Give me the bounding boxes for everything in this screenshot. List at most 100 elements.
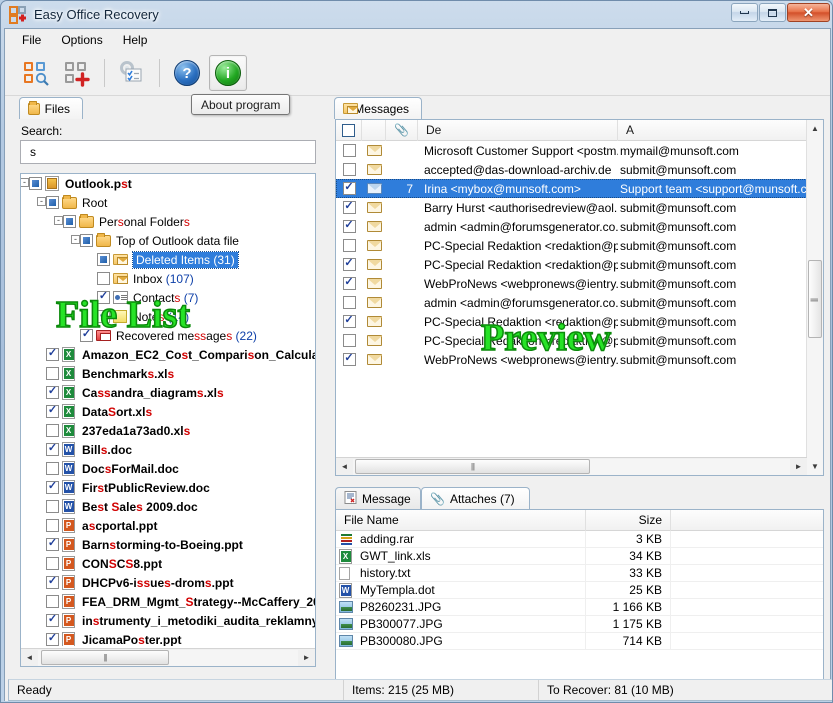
attachment-row[interactable]: WMyTempla.dot25 KB — [336, 582, 823, 599]
tree-item-checkbox[interactable] — [80, 329, 93, 342]
attachment-row[interactable]: PB300077.JPG1 175 KB — [336, 616, 823, 633]
message-row[interactable]: Barry Hurst <authorisedreview@aol...subm… — [336, 198, 823, 217]
tab-messages[interactable]: Messages — [334, 97, 422, 119]
tree-item-checkbox[interactable] — [29, 177, 42, 190]
tree-item[interactable]: -Personal Folders — [21, 212, 315, 231]
message-checkbox[interactable] — [343, 296, 356, 309]
message-hscroll-thumb[interactable]: ||| — [355, 459, 590, 474]
file-tree-panel[interactable]: -Outlook.pst-Root-Personal Folders-Top o… — [20, 173, 316, 667]
about-button[interactable]: i — [209, 55, 247, 91]
tree-item-checkbox[interactable] — [46, 386, 59, 399]
message-checkbox-cell[interactable] — [336, 258, 362, 271]
search-input[interactable] — [28, 144, 315, 160]
tree-item[interactable]: Contacts (7) — [21, 288, 315, 307]
message-checkbox-cell[interactable] — [336, 220, 362, 233]
message-checkbox-cell[interactable] — [336, 353, 362, 366]
tab-files[interactable]: Files — [19, 97, 83, 119]
tree-item-checkbox[interactable] — [63, 215, 76, 228]
tab-message[interactable]: Message — [335, 487, 421, 509]
tree-item-checkbox[interactable] — [97, 291, 110, 304]
message-checkbox[interactable] — [343, 277, 356, 290]
tree-item-checkbox[interactable] — [97, 253, 110, 266]
tree-item[interactable]: X237eda1a73ad0.xls — [21, 421, 315, 440]
message-checkbox-cell[interactable] — [336, 334, 362, 347]
tree-item[interactable]: WDocsForMail.doc — [21, 459, 315, 478]
tree-item[interactable]: Deleted Items (31) — [21, 250, 315, 269]
tree-item-checkbox[interactable] — [46, 462, 59, 475]
tree-expander-icon[interactable]: - — [71, 235, 80, 244]
message-checkbox[interactable] — [343, 353, 356, 366]
attachment-row[interactable]: P8260231.JPG1 166 KB — [336, 599, 823, 616]
tree-item[interactable]: PDHCPv6-issues-droms.ppt — [21, 573, 315, 592]
scroll-right-arrow-icon[interactable]: ► — [298, 650, 315, 666]
message-row[interactable]: PC-Special Redaktion <redaktion@p...subm… — [336, 255, 823, 274]
close-button[interactable]: ✕ — [787, 3, 830, 22]
tree-item-checkbox[interactable] — [80, 234, 93, 247]
message-row[interactable]: accepted@das-download-archiv.desubmit@mu… — [336, 160, 823, 179]
column-de[interactable]: De — [418, 120, 618, 141]
column-file-name[interactable]: File Name — [336, 510, 586, 531]
tree-item[interactable]: -Outlook.pst — [21, 174, 315, 193]
tab-attaches[interactable]: 📎 Attaches (7) — [421, 487, 530, 509]
tree-item-checkbox[interactable] — [97, 310, 110, 323]
tree-item-checkbox[interactable] — [46, 519, 59, 532]
message-checkbox-cell[interactable] — [336, 315, 362, 328]
message-checkbox-cell[interactable] — [336, 201, 362, 214]
tree-item[interactable]: WBills.doc — [21, 440, 315, 459]
tree-item[interactable]: PCONSCS8.ppt — [21, 554, 315, 573]
tree-item[interactable]: WFirstPublicReview.doc — [21, 478, 315, 497]
tree-item[interactable]: PBarnstorming-to-Boeing.ppt — [21, 535, 315, 554]
message-checkbox-cell[interactable] — [336, 239, 362, 252]
tree-item-checkbox[interactable] — [46, 348, 59, 361]
tree-item-checkbox[interactable] — [46, 595, 59, 608]
tree-item[interactable]: XBenchmarks.xls — [21, 364, 315, 383]
add-file-button[interactable] — [58, 55, 96, 91]
tree-item[interactable]: PJicamaPoster.ppt — [21, 630, 315, 646]
tree-item[interactable]: XAmazon_EC2_Cost_Comparison_Calculato — [21, 345, 315, 364]
tree-item[interactable]: -Root — [21, 193, 315, 212]
message-checkbox[interactable] — [343, 163, 356, 176]
tree-item[interactable]: XDataSort.xls — [21, 402, 315, 421]
tree-item[interactable]: Pinstrumenty_i_metodiki_audita_reklamny — [21, 611, 315, 630]
column-a[interactable]: A — [618, 120, 823, 141]
select-all-checkbox[interactable] — [336, 120, 362, 141]
tree-item-checkbox[interactable] — [46, 576, 59, 589]
tree-hscroll-track[interactable]: ||| — [38, 650, 298, 666]
message-checkbox-cell[interactable] — [336, 296, 362, 309]
message-row[interactable]: Microsoft Customer Support <postm...myma… — [336, 141, 823, 160]
tree-item-checkbox[interactable] — [46, 424, 59, 437]
tree-item[interactable]: WBest Sales 2009.doc — [21, 497, 315, 516]
attachment-row[interactable]: PB300080.JPG714 KB — [336, 633, 823, 650]
attachment-row[interactable]: XGWT_link.xls34 KB — [336, 548, 823, 565]
message-row[interactable]: 7Irina <mybox@munsoft.com>Support team <… — [336, 179, 823, 198]
tree-item[interactable]: Pascportal.ppt — [21, 516, 315, 535]
tree-item[interactable]: XCassandra_diagrams.xls — [21, 383, 315, 402]
tree-item[interactable]: -Top of Outlook data file — [21, 231, 315, 250]
message-row[interactable]: WebProNews <webpronews@ientry...submit@m… — [336, 350, 823, 369]
message-checkbox[interactable] — [343, 239, 356, 252]
menu-options[interactable]: Options — [52, 30, 111, 50]
tree-expander-icon[interactable]: - — [54, 216, 63, 225]
message-list-panel[interactable]: 📎 De A Microsoft Customer Support <postm… — [335, 119, 824, 476]
message-row[interactable]: WebProNews <webpronews@ientry...submit@m… — [336, 274, 823, 293]
tree-item-checkbox[interactable] — [46, 557, 59, 570]
help-button[interactable]: ? — [168, 55, 206, 91]
tree-item-checkbox[interactable] — [46, 481, 59, 494]
message-row[interactable]: PC-Special Redaktion <redaktion@p...subm… — [336, 331, 823, 350]
tree-expander-icon[interactable]: - — [21, 178, 29, 187]
message-checkbox[interactable] — [343, 315, 356, 328]
tree-item-checkbox[interactable] — [97, 272, 110, 285]
message-checkbox[interactable] — [343, 201, 356, 214]
message-checkbox[interactable] — [343, 258, 356, 271]
tree-item-checkbox[interactable] — [46, 196, 59, 209]
column-read-status[interactable] — [362, 120, 386, 141]
tree-expander-icon[interactable]: - — [37, 197, 46, 206]
attachment-row[interactable]: adding.rar3 KB — [336, 531, 823, 548]
attachments-panel[interactable]: File Name Size adding.rar3 KBXGWT_link.x… — [335, 509, 824, 684]
scroll-left-arrow-icon[interactable]: ◄ — [336, 459, 353, 475]
tree-item-checkbox[interactable] — [46, 538, 59, 551]
message-checkbox-cell[interactable] — [336, 277, 362, 290]
column-size[interactable]: Size — [586, 510, 671, 531]
tree-item[interactable]: PFEA_DRM_Mgmt_Strategy--McCaffery_20 — [21, 592, 315, 611]
scroll-down-arrow-icon[interactable]: ▼ — [807, 458, 823, 475]
